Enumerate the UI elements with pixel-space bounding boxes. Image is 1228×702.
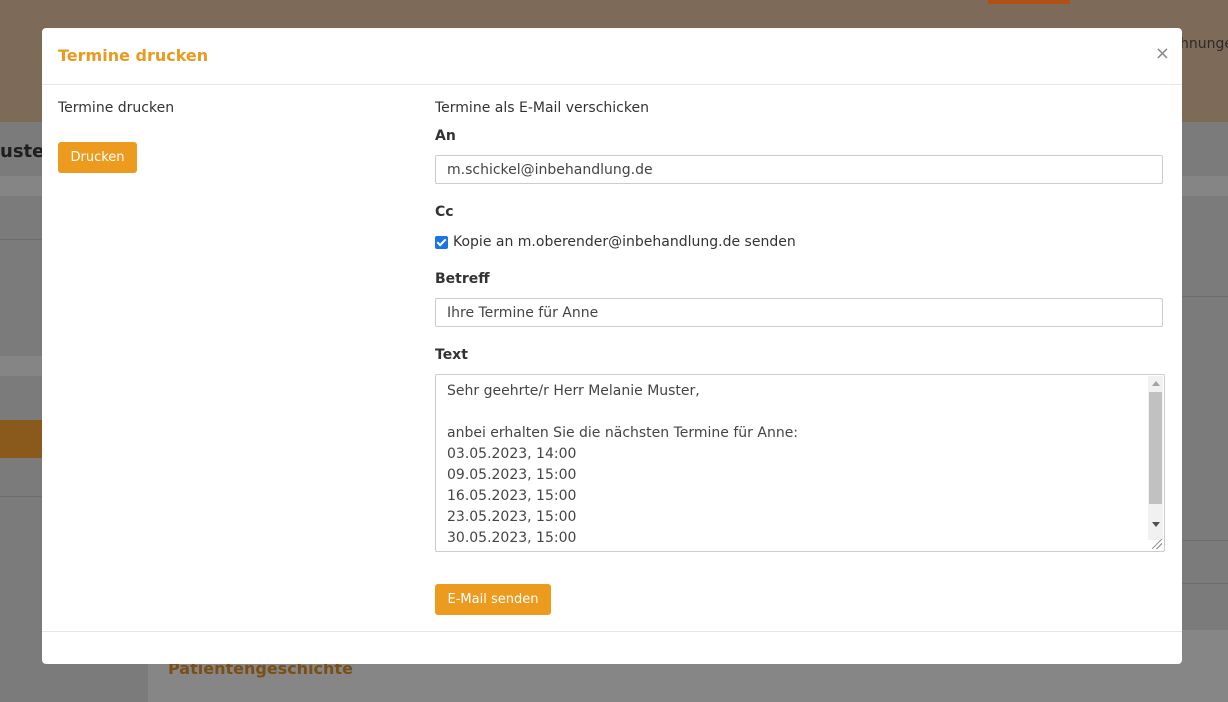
print-button[interactable]: Drucken (58, 142, 137, 173)
cc-option-label: Kopie an m.oberender@inbehandlung.de sen… (453, 234, 796, 250)
cc-label: Cc (435, 204, 454, 220)
background-strip (1182, 176, 1228, 196)
modal-header: Termine drucken × (42, 28, 1182, 85)
background-divider (1182, 540, 1228, 541)
scroll-up-icon[interactable] (1152, 381, 1160, 386)
modal-footer-divider (42, 631, 1182, 632)
background-divider (1182, 296, 1228, 297)
scrollbar-thumb[interactable] (1149, 392, 1162, 504)
cc-option[interactable]: Kopie an m.oberender@inbehandlung.de sen… (435, 234, 796, 250)
to-field[interactable]: m.schickel@inbehandlung.de (435, 155, 1163, 184)
background-strip (0, 356, 42, 376)
textarea-scrollbar[interactable] (1148, 376, 1163, 540)
cc-checkbox[interactable] (435, 235, 448, 249)
to-label: An (435, 128, 456, 144)
message-text: Sehr geehrte/r Herr Melanie Muster, anbe… (447, 383, 799, 546)
background-active-item (0, 420, 42, 458)
print-appointments-modal: Termine drucken × Termine drucken Drucke… (42, 28, 1182, 664)
background-header-accent (988, 0, 1070, 4)
message-textarea[interactable]: Sehr geehrte/r Herr Melanie Muster, anbe… (435, 374, 1165, 552)
email-section-heading: Termine als E-Mail verschicken (435, 100, 649, 116)
resize-grip-icon[interactable] (1152, 539, 1162, 549)
subject-label: Betreff (435, 271, 490, 287)
background-divider (1182, 583, 1228, 584)
scroll-down-icon[interactable] (1152, 522, 1160, 527)
background-header-text: hnunge (1180, 36, 1228, 52)
close-icon[interactable]: × (1155, 44, 1170, 64)
text-label: Text (435, 347, 468, 363)
send-email-button[interactable]: E-Mail senden (435, 584, 551, 615)
modal-title: Termine drucken (58, 46, 209, 65)
print-section-heading: Termine drucken (58, 100, 175, 116)
background-divider (0, 239, 42, 240)
subject-field[interactable]: Ihre Termine für Anne (435, 298, 1163, 327)
